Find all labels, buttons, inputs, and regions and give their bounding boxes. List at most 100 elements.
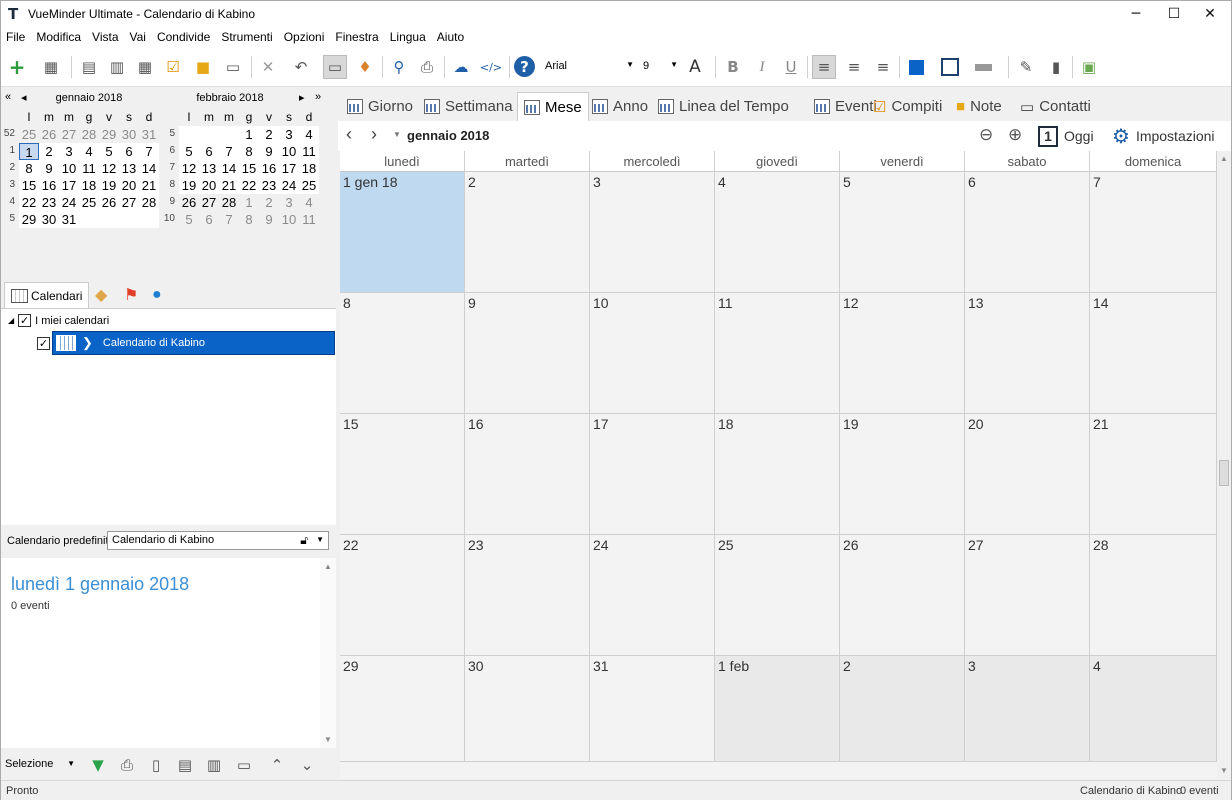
scroll-up-icon[interactable]: ▲ — [1220, 154, 1228, 163]
mini-calendar-day[interactable]: 28 — [219, 194, 239, 211]
print-icon[interactable]: ⎙ — [415, 55, 439, 79]
month-day-cell[interactable]: 9 — [465, 293, 590, 414]
mini-calendar-day[interactable]: 24 — [279, 177, 299, 194]
print-preview-icon[interactable]: ▤ — [77, 55, 101, 79]
paste-icon[interactable]: ▥ — [202, 753, 226, 777]
task-icon[interactable]: ☑ — [161, 55, 185, 79]
mini-calendar-day[interactable]: 25 — [299, 177, 319, 194]
menu-vista[interactable]: Vista — [92, 30, 118, 44]
mini-calendar-day[interactable]: 21 — [139, 177, 159, 194]
tree-root[interactable]: ◢ ✓ I miei calendari — [8, 314, 109, 327]
mini-calendar-day[interactable]: 27 — [59, 126, 79, 143]
mini-calendar-day[interactable]: 8 — [19, 160, 39, 177]
month-day-cell[interactable]: 21 — [1090, 414, 1217, 535]
selection-select[interactable]: Selezione ▼ — [3, 755, 77, 774]
month-day-cell[interactable]: 7 — [1090, 172, 1217, 293]
mini-calendar-day[interactable]: 4 — [79, 143, 99, 160]
month-day-cell[interactable]: 25 — [715, 535, 840, 656]
mini-calendar-day[interactable]: 7 — [219, 143, 239, 160]
copy-icon[interactable]: ▤ — [173, 753, 197, 777]
mini-calendar-day[interactable]: 4 — [299, 194, 319, 211]
mini-calendar-day[interactable]: 6 — [199, 143, 219, 160]
move-up-icon[interactable]: ⌃ — [265, 753, 289, 777]
comment-icon[interactable]: ▭ — [323, 55, 347, 79]
font-name-dropdown-icon[interactable]: ▼ — [626, 60, 634, 69]
mini-calendar-day[interactable]: 17 — [279, 160, 299, 177]
mini-calendar-day[interactable] — [179, 126, 199, 143]
calendar-checkbox[interactable]: ✓ — [37, 336, 50, 350]
mini-calendar-day[interactable]: 16 — [259, 160, 279, 177]
insert-image-icon[interactable]: ▣ — [1077, 55, 1101, 79]
month-day-cell[interactable]: 10 — [590, 293, 715, 414]
zoom-in-icon[interactable]: ⊕ — [1008, 125, 1022, 145]
mini-calendar-day[interactable]: 12 — [99, 160, 119, 177]
month-day-cell[interactable]: 22 — [340, 535, 465, 656]
month-scrollbar[interactable]: ▲ ▼ — [1217, 151, 1231, 778]
align-center-icon[interactable]: ≡ — [842, 55, 866, 79]
mini-calendar-day[interactable]: 22 — [239, 177, 259, 194]
month-day-cell[interactable]: 14 — [1090, 293, 1217, 414]
mini-calendar-day[interactable]: 19 — [179, 177, 199, 194]
mini-calendar-day[interactable]: 13 — [119, 160, 139, 177]
month-day-cell[interactable]: 31 — [590, 656, 715, 762]
default-calendar-select[interactable]: Calendario di Kabino 🔓︎ ▼ — [107, 531, 329, 550]
mini-calendar-day[interactable]: 26 — [99, 194, 119, 211]
calendar-item-selected[interactable]: ❯ Calendario di Kabino — [52, 331, 335, 355]
month-day-cell[interactable]: 4 — [715, 172, 840, 293]
mini-calendar-day[interactable]: 15 — [19, 177, 39, 194]
menu-file[interactable]: File — [6, 30, 25, 44]
month-day-cell[interactable]: 19 — [840, 414, 965, 535]
share-calendar-icon[interactable]: ▦ — [133, 55, 157, 79]
mini-calendar-day[interactable]: 4 — [299, 126, 319, 143]
mini-calendar-day[interactable]: 12 — [179, 160, 199, 177]
mini-calendar-day[interactable]: 14 — [139, 160, 159, 177]
mini-calendar-day[interactable]: 2 — [259, 126, 279, 143]
tab-compiti[interactable]: ☑ Compiti — [869, 92, 946, 121]
month-day-cell[interactable]: 15 — [340, 414, 465, 535]
tab-anno[interactable]: Anno — [588, 92, 652, 121]
mini-calendar-day[interactable]: 26 — [39, 126, 59, 143]
mini-calendar-day[interactable]: 29 — [99, 126, 119, 143]
menu-strumenti[interactable]: Strumenti — [221, 30, 272, 44]
format-painter-icon[interactable]: ▮ — [1044, 55, 1068, 79]
contact-icon[interactable]: ▭ — [221, 55, 245, 79]
underline-button[interactable]: U — [779, 55, 803, 79]
card-icon[interactable]: ▭ — [232, 753, 256, 777]
mini-calendar-day[interactable]: 28 — [79, 126, 99, 143]
font-size-select[interactable]: 9 ▼ — [639, 57, 681, 77]
tab-settimana[interactable]: Settimana — [420, 92, 517, 121]
mini-calendar-day[interactable]: 27 — [119, 194, 139, 211]
month-day-cell[interactable]: 8 — [340, 293, 465, 414]
mini-calendar-day[interactable]: 25 — [79, 194, 99, 211]
mini-calendar-day[interactable]: 1 — [239, 194, 259, 211]
tab-mese[interactable]: Mese — [517, 92, 589, 121]
mini-calendar-day[interactable]: 6 — [199, 211, 219, 228]
mini-calendar-day[interactable]: 9 — [39, 160, 59, 177]
cloud-upload-icon[interactable]: ☁ — [449, 55, 473, 79]
tab-locations[interactable]: ● — [152, 282, 162, 308]
mini-calendar-day[interactable]: 31 — [59, 211, 79, 228]
border-color-icon[interactable] — [938, 55, 962, 79]
menu-opzioni[interactable]: Opzioni — [284, 30, 325, 44]
month-day-cell[interactable]: 13 — [965, 293, 1090, 414]
filter-icon[interactable]: ▼ — [86, 753, 110, 777]
mini-calendar-day[interactable]: 31 — [139, 126, 159, 143]
view-columns-icon[interactable]: ▯ — [144, 753, 168, 777]
delete-calendar-icon[interactable]: ▥ — [105, 55, 129, 79]
mini-calendar-day[interactable]: 6 — [119, 143, 139, 160]
month-day-cell[interactable]: 6 — [965, 172, 1090, 293]
tab-giorno[interactable]: Giorno — [343, 92, 417, 121]
add-icon[interactable]: + — [5, 55, 29, 79]
scroll-down-icon[interactable]: ▼ — [1220, 766, 1228, 775]
mini-calendar-day[interactable]: 21 — [219, 177, 239, 194]
eyedropper-icon[interactable]: ✎ — [1014, 55, 1038, 79]
line-style-icon[interactable] — [971, 55, 995, 79]
month-day-cell[interactable]: 1 feb — [715, 656, 840, 762]
mini-calendar-day[interactable] — [199, 126, 219, 143]
tree-calendar-item[interactable]: ✓ ❯ Calendario di Kabino — [37, 331, 335, 355]
mini-calendar-day[interactable]: 3 — [279, 126, 299, 143]
mini-calendar-day[interactable]: 3 — [279, 194, 299, 211]
menu-finestra[interactable]: Finestra — [335, 30, 378, 44]
scroll-up-icon[interactable]: ▲ — [324, 562, 332, 571]
font-size-dropdown-icon[interactable]: ▼ — [670, 60, 678, 69]
